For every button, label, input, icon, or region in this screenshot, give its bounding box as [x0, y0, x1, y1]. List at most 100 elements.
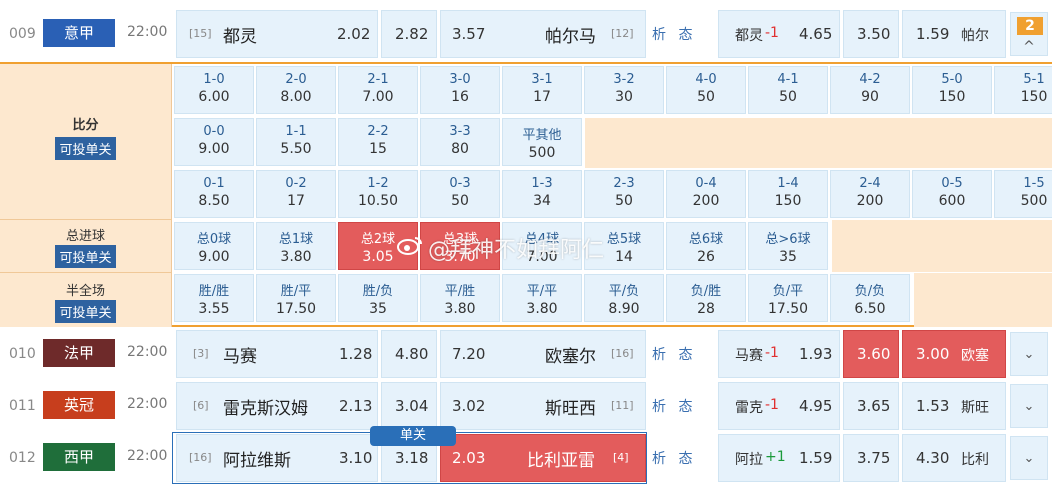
odds-option-score-row3[interactable]: 2-3 50 — [584, 170, 664, 218]
home-rank: [6] — [193, 399, 209, 412]
away-odds-cell-selected[interactable]: 2.03 比利亚雷 [4] — [440, 434, 646, 482]
draw-odds-cell[interactable]: 4.80 — [381, 330, 437, 378]
odds-option-score-row1[interactable]: 4-0 50 — [666, 66, 746, 114]
odds-option-halfs[interactable]: 平/平 3.80 — [502, 274, 582, 322]
odds-option-score-row1[interactable]: 2-0 8.00 — [256, 66, 336, 114]
away-odds-cell[interactable]: 3.57 帕尔马 [12] — [440, 10, 646, 58]
odds-option-score-row1[interactable]: 3-2 30 — [584, 66, 664, 114]
odds-option-score-row3[interactable]: 0-3 50 — [420, 170, 500, 218]
handicap-away-cell[interactable]: 1.59 帕尔 — [902, 10, 1006, 58]
option-label: 0-1 — [203, 176, 225, 191]
option-odds: 8.90 — [608, 301, 640, 317]
odds-option-score-row3[interactable]: 1-5 500 — [994, 170, 1052, 218]
odds-option-score-row3[interactable]: 0-2 17 — [256, 170, 336, 218]
analysis-link[interactable]: 析 态 — [652, 24, 696, 44]
handicap-draw-cell[interactable]: 3.75 — [843, 434, 899, 482]
option-odds: 150 — [938, 89, 966, 105]
odds-option-score-row1[interactable]: 5-0 150 — [912, 66, 992, 114]
league-badge[interactable]: 法甲 — [43, 339, 115, 367]
odds-option-score-row3[interactable]: 0-1 8.50 — [174, 170, 254, 218]
odds-option-score-row3[interactable]: 2-4 200 — [830, 170, 910, 218]
odds-option-score-row1[interactable]: 3-1 17 — [502, 66, 582, 114]
odds-option-score-row1[interactable]: 3-0 16 — [420, 66, 500, 114]
odds-option-halfs[interactable]: 胜/胜 3.55 — [174, 274, 254, 322]
draw-odds-cell[interactable]: 2.82 — [381, 10, 437, 58]
odds-option-score-row1[interactable]: 5-1 150 — [994, 66, 1052, 114]
away-odds-cell[interactable]: 7.20 欧塞尔 [16] — [440, 330, 646, 378]
watermark-text: @拜神不如拜阿仁 — [428, 238, 605, 263]
option-label: 胜/平 — [280, 284, 312, 299]
chevron-down-icon[interactable]: ⌄ — [1010, 384, 1048, 428]
goals-label: 总进球 — [65, 229, 105, 244]
match-row-010: 010 法甲 22:00 [3] 马赛 1.28 4.80 7.20 欧塞尔 [… — [0, 328, 1052, 380]
odds-option-halfs[interactable]: 负/负 6.50 — [830, 274, 910, 322]
odds-option-score-row2[interactable]: 2-2 15 — [338, 118, 418, 166]
handicap-away-cell[interactable]: 1.53 斯旺 — [902, 382, 1006, 430]
odds-option-score-row2[interactable]: 平其他 500 — [502, 118, 582, 166]
chevron-down-icon[interactable]: ⌄ — [1010, 332, 1048, 376]
odds-option-halfs[interactable]: 平/胜 3.80 — [420, 274, 500, 322]
odds-option-goals[interactable]: 总>6球 35 — [748, 222, 828, 270]
handicap-home-cell[interactable]: 阿拉 +1 1.59 — [718, 434, 840, 482]
home-odds-cell[interactable]: [3] 马赛 1.28 — [176, 330, 378, 378]
analysis-link[interactable]: 析 态 — [652, 344, 696, 364]
odds-option-score-row3[interactable]: 1-3 34 — [502, 170, 582, 218]
home-odds-cell[interactable]: [16] 阿拉维斯 3.10 — [176, 434, 378, 482]
odds-option-score-row3[interactable]: 0-4 200 — [666, 170, 746, 218]
draw-odds-cell[interactable]: 3.04 — [381, 382, 437, 430]
odds-option-score-row2[interactable]: 1-1 5.50 — [256, 118, 336, 166]
odds-option-halfs[interactable]: 平/负 8.90 — [584, 274, 664, 322]
odds-option-score-row1[interactable]: 2-1 7.00 — [338, 66, 418, 114]
goals-label-block: 总进球 可投单关 — [0, 219, 172, 272]
odds-option-score-row2[interactable]: 3-3 80 — [420, 118, 500, 166]
handicap-draw-cell[interactable]: 3.65 — [843, 382, 899, 430]
handicap-away-cell-selected[interactable]: 3.00 欧塞 — [902, 330, 1006, 378]
odds-option-score-row3[interactable]: 0-5 600 — [912, 170, 992, 218]
odds-option-goals[interactable]: 总1球 3.80 — [256, 222, 336, 270]
match-row-012: 012 西甲 22:00 [16] 阿拉维斯 3.10 3.18 2.03 比利… — [0, 426, 1052, 484]
option-odds: 500 — [528, 145, 556, 161]
option-label: 1-3 — [531, 176, 553, 191]
option-odds: 5.50 — [280, 141, 312, 157]
odds-option-goals[interactable]: 总0球 9.00 — [174, 222, 254, 270]
analysis-link[interactable]: 析 态 — [652, 396, 696, 416]
handicap-home-cell[interactable]: 都灵 -1 4.65 — [718, 10, 840, 58]
league-badge[interactable]: 意甲 — [43, 19, 115, 47]
away-odds-cell[interactable]: 3.02 斯旺西 [11] — [440, 382, 646, 430]
away-team: 帕尔马 — [545, 27, 596, 47]
handicap-away-cell[interactable]: 4.30 比利 — [902, 434, 1006, 482]
option-odds: 7.00 — [362, 89, 394, 105]
option-odds: 15 — [369, 141, 387, 157]
odds-option-score-row2[interactable]: 0-0 9.00 — [174, 118, 254, 166]
odds-option-score-row3[interactable]: 1-4 150 — [748, 170, 828, 218]
home-odds-cell[interactable]: [6] 雷克斯汉姆 2.13 — [176, 382, 378, 430]
option-label: 5-0 — [941, 72, 963, 87]
away-rank: [12] — [611, 27, 634, 40]
analysis-link[interactable]: 析 态 — [652, 448, 696, 468]
away-team: 比利亚雷 — [527, 451, 595, 471]
odds-option-score-row1[interactable]: 4-2 90 — [830, 66, 910, 114]
option-odds: 150 — [1020, 89, 1048, 105]
handicap-away-team: 斯旺 — [961, 400, 989, 416]
option-odds: 3.80 — [280, 249, 312, 265]
odds-option-score-row3[interactable]: 1-2 10.50 — [338, 170, 418, 218]
league-badge[interactable]: 西甲 — [43, 443, 115, 471]
match-row-009: 009 意甲 22:00 [15] 都灵 2.02 2.82 3.57 帕尔马 … — [0, 8, 1052, 60]
odds-option-halfs[interactable]: 胜/平 17.50 — [256, 274, 336, 322]
handicap-team: 都灵 — [735, 28, 763, 44]
odds-option-halfs[interactable]: 胜/负 35 — [338, 274, 418, 322]
handicap-home-cell[interactable]: 雷克 -1 4.95 — [718, 382, 840, 430]
odds-option-score-row1[interactable]: 4-1 50 — [748, 66, 828, 114]
option-odds: 28 — [697, 301, 715, 317]
handicap-draw-cell[interactable]: 3.50 — [843, 10, 899, 58]
collapse-toggle[interactable]: 2 ^ — [1010, 12, 1048, 56]
odds-option-halfs[interactable]: 负/胜 28 — [666, 274, 746, 322]
chevron-down-icon[interactable]: ⌄ — [1010, 436, 1048, 480]
odds-option-halfs[interactable]: 负/平 17.50 — [748, 274, 828, 322]
league-badge[interactable]: 英冠 — [43, 391, 115, 419]
home-odds-cell[interactable]: [15] 都灵 2.02 — [176, 10, 378, 58]
handicap-draw-cell-selected[interactable]: 3.60 — [843, 330, 899, 378]
handicap-home-cell[interactable]: 马赛 -1 1.93 — [718, 330, 840, 378]
odds-option-score-row1[interactable]: 1-0 6.00 — [174, 66, 254, 114]
odds-option-goals[interactable]: 总6球 26 — [666, 222, 746, 270]
